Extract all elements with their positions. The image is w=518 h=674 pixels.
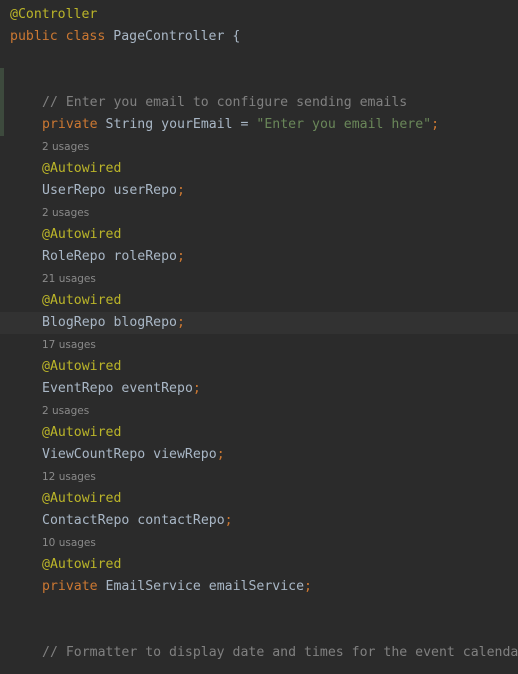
code-line-annotation[interactable]: @Autowired <box>42 356 121 378</box>
code-line-field[interactable]: ViewCountRepo viewRepo; <box>42 444 225 466</box>
annotation-token: @Autowired <box>42 161 122 176</box>
keyword-token: private <box>42 117 98 132</box>
field-name-token: roleRepo <box>113 249 178 264</box>
semicolon-token: ; <box>177 315 185 330</box>
semicolon-token: ; <box>216 447 225 462</box>
code-editor[interactable]: @Controller public class PageController … <box>0 0 518 674</box>
code-line-comment-email[interactable]: // Enter you email to configure sending … <box>42 92 407 114</box>
semicolon-token: ; <box>192 381 201 396</box>
code-line-field[interactable]: EventRepo eventRepo; <box>42 378 201 400</box>
code-line-class-declaration[interactable]: public class PageController { <box>10 26 240 48</box>
code-line-field[interactable]: private EmailService emailService; <box>42 576 312 598</box>
field-name-token: blogRepo <box>113 315 178 330</box>
type-token: ViewCountRepo <box>42 447 146 462</box>
code-line-annotation[interactable]: @Autowired <box>42 290 121 312</box>
keyword-token: class <box>65 29 106 44</box>
usages-hint[interactable]: 10 usages <box>42 532 96 554</box>
type-token: EmailService <box>105 579 201 594</box>
semicolon-token: ; <box>224 513 233 528</box>
type-token: EventRepo <box>42 381 114 396</box>
type-token: ContactRepo <box>42 513 130 528</box>
field-name-token: userRepo <box>113 183 178 198</box>
type-token: String <box>105 117 154 132</box>
code-line-field[interactable]: RoleRepo roleRepo; <box>42 246 185 268</box>
type-token: BlogRepo <box>42 315 106 330</box>
string-token: "Enter you email here" <box>256 117 432 132</box>
brace-token: { <box>232 29 241 44</box>
code-line-field[interactable]: BlogRepo blogRepo; <box>42 312 185 334</box>
code-line-controller-annotation[interactable]: @Controller <box>10 4 97 26</box>
code-line-annotation[interactable]: @Autowired <box>42 488 121 510</box>
keyword-token: public <box>10 29 58 44</box>
code-line-annotation[interactable]: @Autowired <box>42 422 121 444</box>
class-name-token: PageController <box>113 29 225 44</box>
code-line-annotation[interactable]: @Autowired <box>42 158 121 180</box>
field-name-token: contactRepo <box>137 513 225 528</box>
vcs-change-marker[interactable] <box>0 68 4 136</box>
comment-token: // Formatter to display date and times f… <box>42 645 518 660</box>
field-name-token: viewRepo <box>153 447 217 462</box>
code-line-field[interactable]: UserRepo userRepo; <box>42 180 185 202</box>
keyword-token: private <box>42 579 98 594</box>
semicolon-token: ; <box>177 183 185 198</box>
field-name-token: emailService <box>208 579 305 594</box>
code-line-field[interactable]: ContactRepo contactRepo; <box>42 510 233 532</box>
field-name-token: eventRepo <box>121 381 193 396</box>
annotation-token: @Autowired <box>42 227 122 242</box>
code-line-email-field[interactable]: private String yourEmail = "Enter you em… <box>42 114 439 136</box>
usages-hint[interactable]: 2 usages <box>42 136 89 158</box>
type-token: UserRepo <box>42 183 106 198</box>
usages-hint[interactable]: 12 usages <box>42 466 96 488</box>
comment-token: // Enter you email to configure sending … <box>42 95 408 110</box>
semicolon-token: ; <box>177 249 185 264</box>
code-line-annotation[interactable]: @Autowired <box>42 554 121 576</box>
annotation-token: @Autowired <box>42 491 122 506</box>
annotation-token: @Autowired <box>42 359 122 374</box>
semicolon-token: ; <box>431 117 440 132</box>
field-name-token: yourEmail <box>161 117 233 132</box>
usages-hint[interactable]: 2 usages <box>42 202 89 224</box>
annotation-token: @Autowired <box>42 425 122 440</box>
code-line-comment-formatter[interactable]: // Formatter to display date and times f… <box>42 642 518 664</box>
operator-token: = <box>232 117 257 132</box>
usages-hint[interactable]: 2 usages <box>42 400 89 422</box>
code-line-annotation[interactable]: @Autowired <box>42 224 121 246</box>
usages-hint[interactable]: 21 usages <box>42 268 96 290</box>
annotation-token: @Autowired <box>42 557 122 572</box>
annotation-token: @Autowired <box>42 293 122 308</box>
type-token: RoleRepo <box>42 249 106 264</box>
semicolon-token: ; <box>304 579 312 594</box>
usages-hint[interactable]: 17 usages <box>42 334 96 356</box>
annotation-token: @Controller <box>10 7 98 22</box>
